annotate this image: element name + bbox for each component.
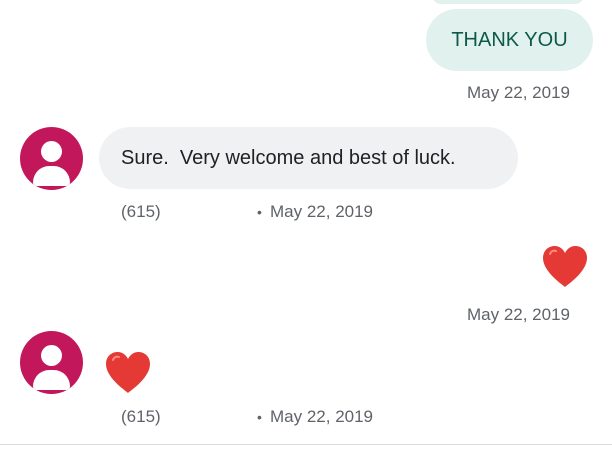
meta-separator: • [257, 409, 262, 425]
meta-separator: • [257, 204, 262, 220]
message-timestamp: May 22, 2019 [466, 83, 570, 102]
message-timestamp: May 22, 2019 [270, 407, 374, 426]
person-icon [41, 141, 62, 162]
contact-avatar[interactable] [20, 127, 83, 190]
contact-avatar[interactable] [20, 331, 83, 394]
person-icon [41, 345, 62, 366]
message-timestamp: May 22, 2019 [270, 202, 374, 221]
heart-emoji-icon[interactable] [104, 351, 152, 395]
message-timestamp: May 22, 2019 [466, 305, 570, 324]
outgoing-message-bubble[interactable]: THANK YOU [426, 9, 593, 71]
sender-number: (615) [121, 407, 161, 426]
divider [0, 444, 612, 445]
sender-number: (615) [121, 202, 161, 221]
previous-message-bubble-edge [432, 0, 584, 4]
incoming-message-bubble[interactable]: Sure. Very welcome and best of luck. [99, 127, 518, 189]
heart-emoji-icon[interactable] [541, 245, 589, 289]
